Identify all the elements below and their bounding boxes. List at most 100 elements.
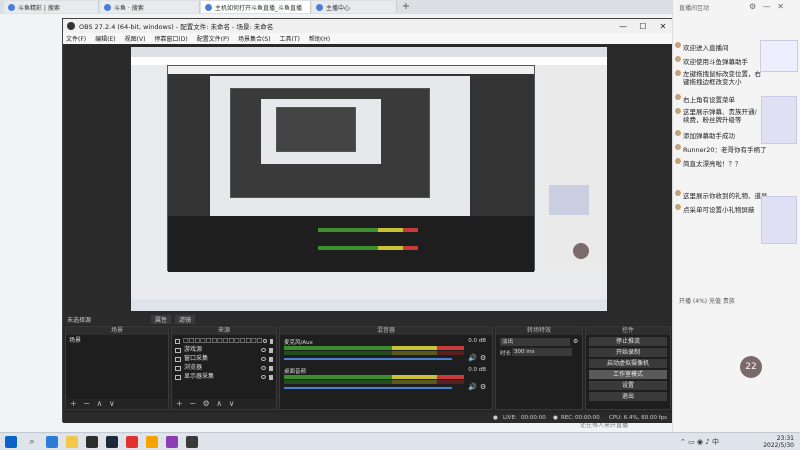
taskbar-clock[interactable]: 23:31 2022/5/30 [763,435,794,449]
desktop-speaker-icon[interactable]: 🔊 [468,383,477,391]
captured-gift [549,185,589,215]
scenes-panel: 场景 场景 + − ∧ ∨ [65,326,169,410]
remove-scene-button[interactable]: − [83,399,90,408]
sources-panel-title: 来源 [172,327,276,335]
menu-tools[interactable]: 工具(T) [280,34,300,43]
add-scene-button[interactable]: + [70,399,77,408]
captured-tab-strip [131,47,607,57]
start-recording-button[interactable]: 开始录制 [589,348,667,357]
browser-tab[interactable]: 斗鱼精彩 | 搜索 [4,1,99,13]
settings-button[interactable]: 设置 [589,381,667,390]
menu-docks[interactable]: 停靠窗口(D) [154,34,187,43]
edge-browser-icon[interactable] [46,436,58,448]
gift-banner-image[interactable] [761,96,797,144]
duration-input[interactable]: 300 ms [512,348,572,356]
desktop-settings-icon[interactable]: ⚙ [480,383,486,391]
new-tab-button[interactable]: + [400,1,412,13]
user-avatar [675,108,681,114]
transition-type-select[interactable]: 淡出 [500,338,570,346]
sources-panel: 来源 □□□□□□□□□□□□□□ 游戏源 窗口采集 浏览器 显示器采集 + −… [171,326,277,410]
visibility-eye-icon[interactable] [261,366,266,370]
source-item[interactable]: 浏览器 [175,364,273,372]
browser-tab[interactable]: 斗鱼 · 搜索 [100,1,200,13]
mic-volume-slider[interactable] [284,358,452,360]
menu-view[interactable]: 视图(V) [125,34,146,43]
source-item[interactable]: 游戏源 [175,346,273,354]
desktop-volume-slider[interactable] [284,387,452,389]
browser-tab-active[interactable]: 主机如何打开斗鱼直播_斗鱼直播 [201,1,311,13]
nested-preview [210,76,470,216]
cpu-fps: CPU: 6.4%, 60.00 fps [609,415,668,421]
move-scene-down-button[interactable]: ∨ [109,399,115,408]
move-source-down-button[interactable]: ∨ [229,399,235,408]
visibility-eye-icon[interactable] [261,375,266,379]
menu-scene-collection[interactable]: 场景集合(S) [238,34,271,43]
lock-icon[interactable] [269,347,273,353]
browser-source-icon [175,365,181,371]
user-avatar [675,70,681,76]
properties-button[interactable]: 属性 [151,315,172,324]
app-red-icon[interactable] [126,436,138,448]
minimize-button[interactable]: — [613,22,633,31]
nested-meter [318,246,418,250]
top-gift-image[interactable] [760,40,798,72]
source-settings-icon[interactable]: ⚙ [203,399,210,408]
desktop-track-label: 桌面音频 [284,369,307,375]
exit-button[interactable]: 退出 [589,392,667,401]
add-source-button[interactable]: + [176,399,183,408]
nested-meter [318,228,418,232]
visibility-eye-icon[interactable] [261,348,266,352]
file-explorer-icon[interactable] [66,436,78,448]
obs-statusbar: ● LIVE: 00:00:00 ● REC: 00:00:00 CPU: 6.… [63,413,673,423]
menu-edit[interactable]: 编辑(E) [95,34,115,43]
move-scene-up-button[interactable]: ∧ [97,399,103,408]
chat-message: 右上角有设置菜单 [683,96,735,104]
chat-close-icon[interactable]: ✕ [777,2,784,11]
close-button[interactable]: ✕ [653,22,673,31]
transitions-panel-title: 转场特效 [496,327,582,335]
controls-panel: 控件 停止推流 开始录制 启动虚拟摄像机 工作室模式 设置 退出 [585,326,671,410]
online-count-badge[interactable]: 22 [740,356,762,378]
mic-settings-icon[interactable]: ⚙ [480,354,486,362]
filters-button[interactable]: 滤镜 [175,315,196,324]
chat-message: 点采单可设置小礼物屏蔽 [683,206,755,214]
desktop-level-meter-2 [284,380,464,384]
stop-streaming-button[interactable]: 停止推流 [589,337,667,346]
steam-icon[interactable] [106,436,118,448]
move-source-up-button[interactable]: ∧ [216,399,222,408]
obs-taskbar-icon[interactable] [186,436,198,448]
chat-minimize-icon[interactable]: — [763,2,771,11]
source-item[interactable]: 显示器采集 [175,373,273,381]
menu-help[interactable]: 帮助(H) [309,34,330,43]
lock-icon[interactable] [269,338,274,344]
studio-mode-button[interactable]: 工作室模式 [589,370,667,379]
visibility-eye-icon[interactable] [262,339,267,343]
tray-icons[interactable]: ⌃ ▭ ◉ ♪ 中 [680,437,719,447]
maximize-button[interactable]: ☐ [633,22,653,31]
scene-item[interactable]: 场景 [69,337,165,345]
start-windows-icon[interactable] [5,436,17,448]
obs-logo-icon [67,22,75,30]
visibility-eye-icon[interactable] [261,357,266,361]
lock-icon[interactable] [269,356,273,362]
menu-profile[interactable]: 配置文件(P) [197,34,229,43]
source-item[interactable]: 窗口采集 [175,355,273,363]
game-capture-icon [175,347,181,353]
obs-preview[interactable] [63,44,673,314]
app-purple-icon[interactable] [166,436,178,448]
terminal-icon[interactable] [86,436,98,448]
menu-file[interactable]: 文件(F) [66,34,86,43]
lock-icon[interactable] [269,374,273,380]
mic-speaker-icon[interactable]: 🔊 [468,354,477,362]
source-item[interactable]: □□□□□□□□□□□□□□ [175,337,274,345]
search-icon[interactable]: ⌕ [26,436,38,448]
browser-tab[interactable]: 主播中心 [312,1,397,13]
captured-badge [573,243,589,259]
gift-banner-image-2[interactable] [761,196,797,244]
lock-icon[interactable] [269,365,273,371]
remove-source-button[interactable]: − [189,399,196,408]
virtual-camera-button[interactable]: 启动虚拟摄像机 [589,359,667,368]
transition-settings-icon[interactable]: ⚙ [573,338,578,345]
chat-settings-icon[interactable]: ⚙ [749,2,756,11]
app-orange-icon[interactable] [146,436,158,448]
